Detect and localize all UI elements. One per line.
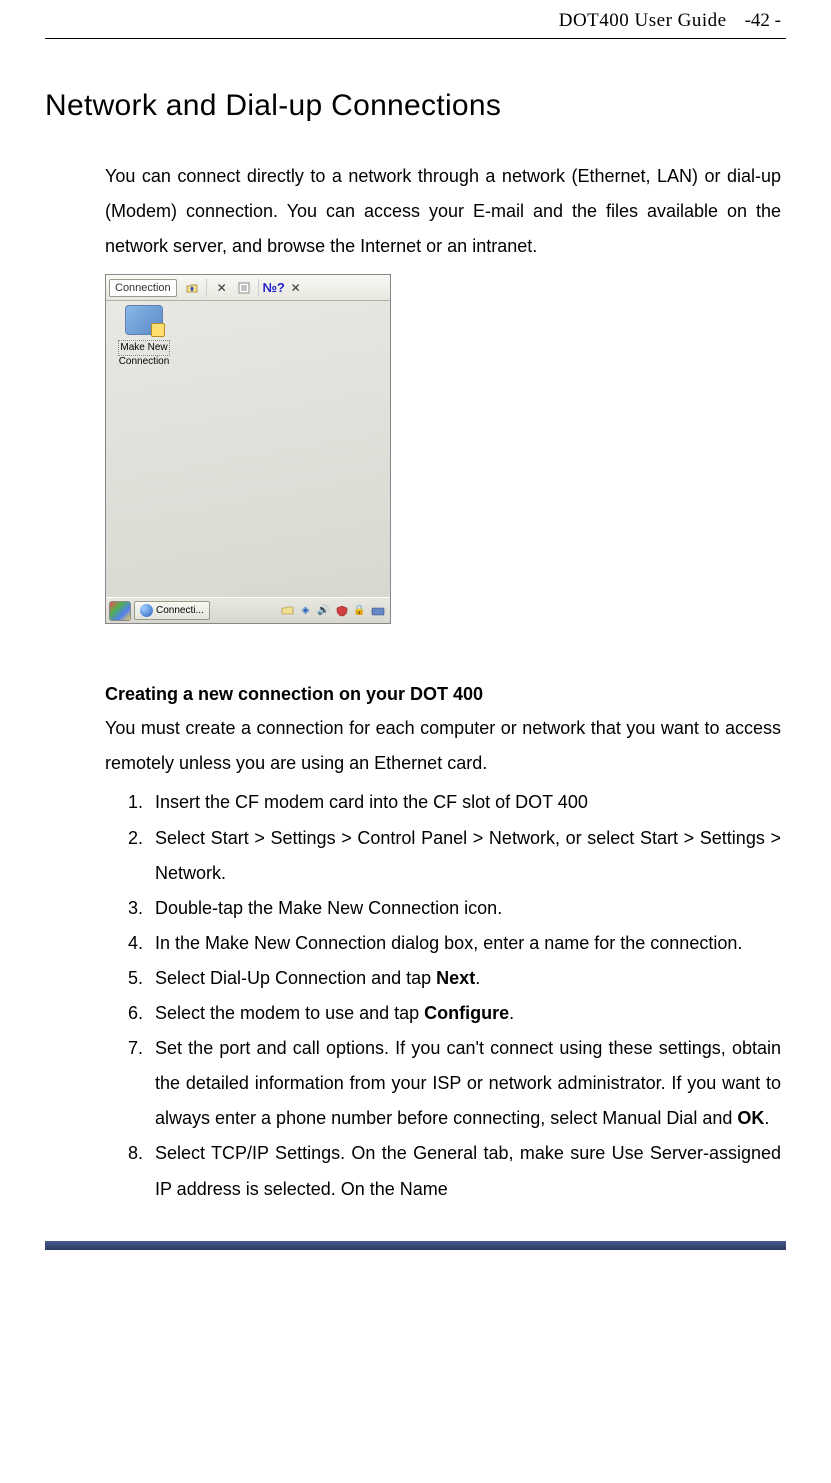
bold-ok: OK — [737, 1108, 764, 1128]
tray-lock-icon[interactable]: 🔒 — [352, 603, 367, 618]
folder-up-icon[interactable] — [183, 279, 201, 297]
icon-label-line1: Make New — [118, 340, 169, 356]
embedded-screenshot: Connection ✕ №? ✕ Make New Connection — [105, 274, 786, 624]
footer-bar — [45, 1241, 786, 1250]
step-text: Select the modem to use and tap — [155, 1003, 424, 1023]
section-intro: You must create a connection for each co… — [105, 711, 781, 781]
page-header: DOT400 User Guide -42 - — [45, 10, 786, 32]
icon-label-line2: Connection — [112, 356, 176, 368]
tray-shield-icon[interactable] — [334, 603, 349, 618]
step-text: Insert the CF modem card into the CF slo… — [155, 792, 588, 812]
properties-icon[interactable] — [235, 279, 253, 297]
step-1: Insert the CF modem card into the CF slo… — [113, 785, 781, 820]
page-title: Network and Dial-up Connections — [45, 89, 786, 123]
step-text: Set the port and call options. If you ca… — [155, 1038, 781, 1128]
step-4: In the Make New Connection dialog box, e… — [113, 926, 781, 961]
step-6: Select the modem to use and tap Configur… — [113, 996, 781, 1031]
toolbar-title: Connection — [109, 279, 177, 297]
tray-speaker-icon[interactable]: 🔊 — [316, 603, 331, 618]
step-2: Select Start > Settings > Control Panel … — [113, 821, 781, 891]
step-text: Double-tap the Make New Connection icon. — [155, 898, 502, 918]
delete-icon[interactable]: ✕ — [213, 279, 231, 297]
make-new-connection-shortcut[interactable]: Make New Connection — [112, 305, 176, 368]
globe-icon — [140, 604, 153, 617]
taskbar-task-connection[interactable]: Connecti... — [134, 601, 210, 620]
header-rule — [45, 38, 786, 39]
step-7: Set the port and call options. If you ca… — [113, 1031, 781, 1136]
tray-folder-icon[interactable] — [280, 603, 295, 618]
taskbar: Connecti... ◈ 🔊 🔒 — [106, 597, 390, 623]
separator — [206, 279, 208, 297]
window-client-area: Make New Connection — [106, 301, 390, 597]
connection-window: Connection ✕ №? ✕ Make New Connection — [105, 274, 391, 624]
header-page-number: -42 - — [745, 10, 781, 32]
system-tray: ◈ 🔊 🔒 — [280, 603, 387, 618]
connection-wizard-icon — [125, 305, 163, 335]
tray-keyboard-icon[interactable] — [370, 603, 385, 618]
tray-network-icon[interactable]: ◈ — [298, 603, 313, 618]
page: DOT400 User Guide -42 - Network and Dial… — [0, 0, 831, 1227]
bold-next: Next — [436, 968, 475, 988]
step-text: In the Make New Connection dialog box, e… — [155, 933, 742, 953]
header-guide-title: DOT400 User Guide — [559, 10, 727, 32]
step-3: Double-tap the Make New Connection icon. — [113, 891, 781, 926]
bold-configure: Configure — [424, 1003, 509, 1023]
step-5: Select Dial-Up Connection and tap Next. — [113, 961, 781, 996]
section-heading: Creating a new connection on your DOT 40… — [105, 684, 786, 705]
step-8: Select TCP/IP Settings. On the General t… — [113, 1136, 781, 1206]
step-text: Select Dial-Up Connection and tap — [155, 968, 436, 988]
help-icon[interactable]: №? — [265, 279, 283, 297]
step-text: Select TCP/IP Settings. On the General t… — [155, 1143, 781, 1198]
steps-list: Insert the CF modem card into the CF slo… — [113, 785, 781, 1206]
separator — [258, 279, 260, 297]
taskbar-task-label: Connecti... — [156, 605, 204, 616]
step-text: Select Start > Settings > Control Panel … — [155, 828, 781, 883]
start-button[interactable] — [109, 601, 131, 621]
window-toolbar: Connection ✕ №? ✕ — [106, 275, 390, 301]
close-icon[interactable]: ✕ — [287, 279, 305, 297]
intro-paragraph: You can connect directly to a network th… — [105, 159, 781, 264]
